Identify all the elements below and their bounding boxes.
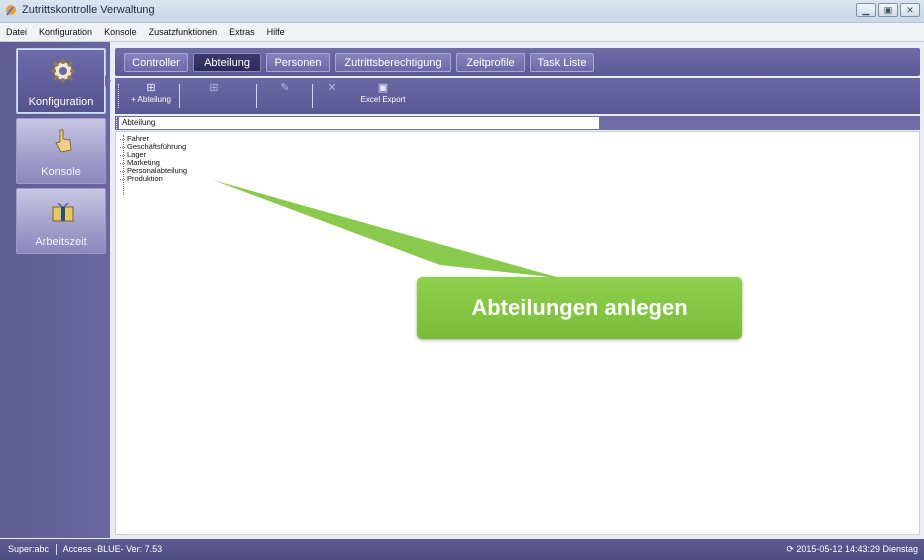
excel-export-button[interactable]: ▣ Excel Export — [353, 81, 413, 111]
tab-task-liste[interactable]: Task Liste — [530, 53, 594, 72]
import-button[interactable]: ⊞ — [199, 81, 229, 111]
status-datetime: 2015-05-12 14:43:29 Dienstag — [796, 544, 918, 554]
maximize-icon[interactable]: ▣ — [878, 3, 898, 17]
minimize-icon[interactable]: ▁ — [856, 3, 876, 17]
status-right: ⟳ 2015-05-12 14:43:29 Dienstag — [786, 544, 918, 555]
toolbar-grip — [116, 117, 118, 129]
menu-konfiguration[interactable]: Konfiguration — [33, 27, 98, 37]
status-divider — [55, 544, 57, 556]
toolbar-grip — [118, 84, 120, 108]
gift-box-icon — [52, 203, 74, 222]
tab-abteilung[interactable]: Abteilung — [193, 53, 261, 72]
menu-bar: Datei Konfiguration Konsole Zusatzfunkti… — [0, 23, 924, 42]
pencil-icon: ✎ — [280, 82, 290, 94]
menu-extras[interactable]: Extras — [223, 27, 261, 37]
tab-zutrittsberechtigung[interactable]: Zutrittsberechtigung — [335, 53, 451, 72]
window-titlebar: Zutrittskontrolle Verwaltung ▁ ▣ ✕ — [0, 0, 924, 23]
toolbar-separator — [256, 84, 257, 108]
module-tabs: Controller Abteilung Personen Zutrittsbe… — [115, 48, 920, 76]
window-title: Zutrittskontrolle Verwaltung — [22, 4, 155, 16]
sidebar-item-konfiguration[interactable]: Konfiguration — [16, 48, 111, 114]
add-icon: ⊞ — [146, 82, 156, 94]
status-left: Super:abc Access -BLUE- Ver: 7.53 — [8, 544, 163, 556]
add-department-button[interactable]: ⊞ + Abteilung — [124, 81, 178, 111]
excel-icon: ▣ — [377, 82, 389, 94]
edit-button[interactable]: ✎ — [270, 81, 300, 111]
toolbar-separator — [179, 84, 180, 108]
callout-box: Abteilungen anlegen — [417, 277, 742, 339]
status-user: Super:abc — [8, 544, 50, 554]
sidebar-item-label: Arbeitszeit — [35, 236, 87, 248]
content-header: Abteilung — [115, 116, 920, 130]
tab-personen[interactable]: Personen — [266, 53, 330, 72]
tab-zeitprofile[interactable]: Zeitprofile — [456, 53, 525, 72]
tab-controller[interactable]: Controller — [124, 53, 188, 72]
department-panel-tab[interactable]: Abteilung — [119, 117, 599, 129]
app-logo-icon — [6, 5, 16, 16]
import-icon: ⊞ — [209, 82, 219, 94]
sidebar-item-arbeitszeit[interactable]: Arbeitszeit — [16, 188, 106, 254]
sidebar-item-label: Konsole — [41, 166, 81, 178]
toolbar-separator — [312, 84, 313, 108]
status-version: Access -BLUE- Ver: 7.53 — [62, 544, 163, 554]
gear-icon — [51, 59, 75, 83]
menu-konsole[interactable]: Konsole — [98, 27, 143, 37]
sidebar-item-konsole[interactable]: Konsole — [16, 118, 106, 184]
status-bar: Super:abc Access -BLUE- Ver: 7.53 ⟳ 2015… — [0, 539, 924, 560]
menu-datei[interactable]: Datei — [0, 27, 33, 37]
toolbar: ⊞ + Abteilung ⊞ ✎ ✕ ▣ Excel Export — [115, 78, 920, 114]
add-department-label: + Abteilung — [131, 95, 171, 104]
sidebar: Konfiguration Konsole Arbeitszeit — [0, 42, 111, 538]
delete-button[interactable]: ✕ — [317, 81, 347, 111]
hand-pointer-icon — [55, 129, 72, 153]
close-icon[interactable]: ✕ — [900, 3, 920, 17]
menu-zusatzfunktionen[interactable]: Zusatzfunktionen — [143, 27, 224, 37]
tree-item[interactable]: Produktion — [120, 175, 187, 183]
menu-hilfe[interactable]: Hilfe — [261, 27, 291, 37]
active-indicator-icon — [105, 75, 111, 87]
sidebar-item-label: Konfiguration — [28, 96, 94, 108]
clock-icon: ⟳ — [786, 544, 794, 554]
close-icon: ✕ — [327, 82, 337, 94]
excel-export-label: Excel Export — [360, 95, 406, 104]
department-tree: Fahrer Geschäftsführung Lager Marketing … — [120, 135, 187, 195]
